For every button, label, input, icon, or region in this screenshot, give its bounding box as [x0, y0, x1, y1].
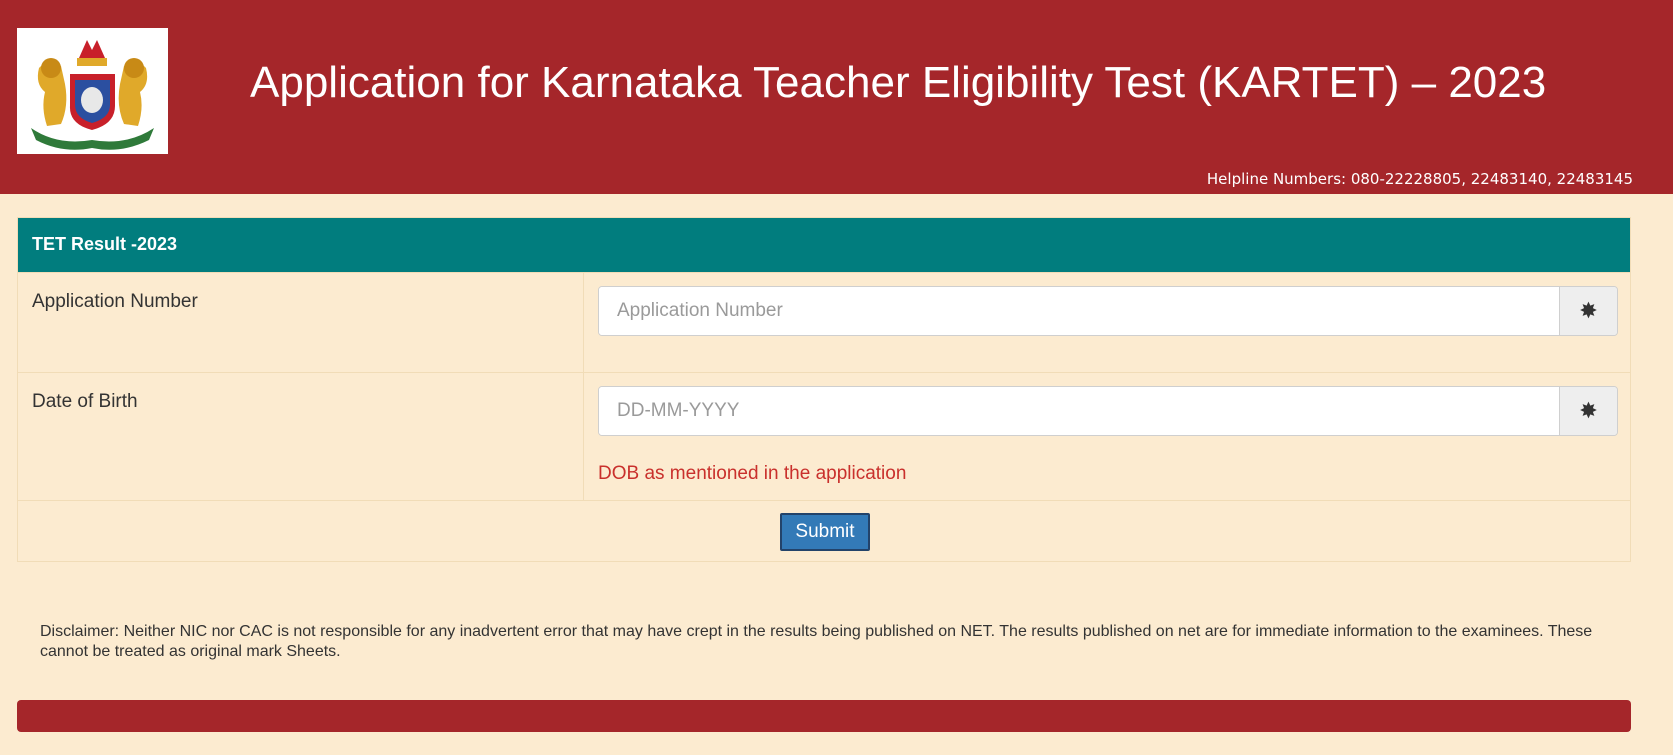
dob-input[interactable]: [599, 387, 1559, 435]
asterisk-icon: ✸: [1559, 287, 1617, 335]
submit-button[interactable]: Submit: [780, 513, 870, 551]
form-row-application-number: Application Number ✸: [18, 272, 1630, 372]
karnataka-emblem-icon: [17, 28, 168, 154]
result-form-panel: TET Result -2023 Application Number ✸ Da…: [17, 217, 1631, 562]
application-number-group: ✸: [598, 286, 1618, 336]
form-row-dob: Date of Birth ✸ DOB as mentioned in the …: [18, 372, 1630, 500]
disclaimer-text: Disclaimer: Neither NIC nor CAC is not r…: [40, 623, 1593, 660]
page-title: Application for Karnataka Teacher Eligib…: [250, 58, 1547, 107]
cell-divider: [583, 373, 584, 500]
cell-divider: [583, 273, 584, 372]
dob-hint: DOB as mentioned in the application: [598, 463, 907, 484]
application-number-label: Application Number: [32, 291, 198, 312]
dob-group: ✸: [598, 386, 1618, 436]
form-row-submit: Submit: [18, 500, 1630, 562]
helpline-numbers: Helpline Numbers: 080-22228805, 22483140…: [1206, 170, 1633, 188]
application-number-input[interactable]: [599, 287, 1559, 335]
footer-bar: [17, 700, 1631, 732]
asterisk-icon: ✸: [1559, 387, 1617, 435]
panel-heading: TET Result -2023: [18, 218, 1630, 272]
site-header: Application for Karnataka Teacher Eligib…: [0, 0, 1673, 194]
dob-label: Date of Birth: [32, 391, 138, 412]
